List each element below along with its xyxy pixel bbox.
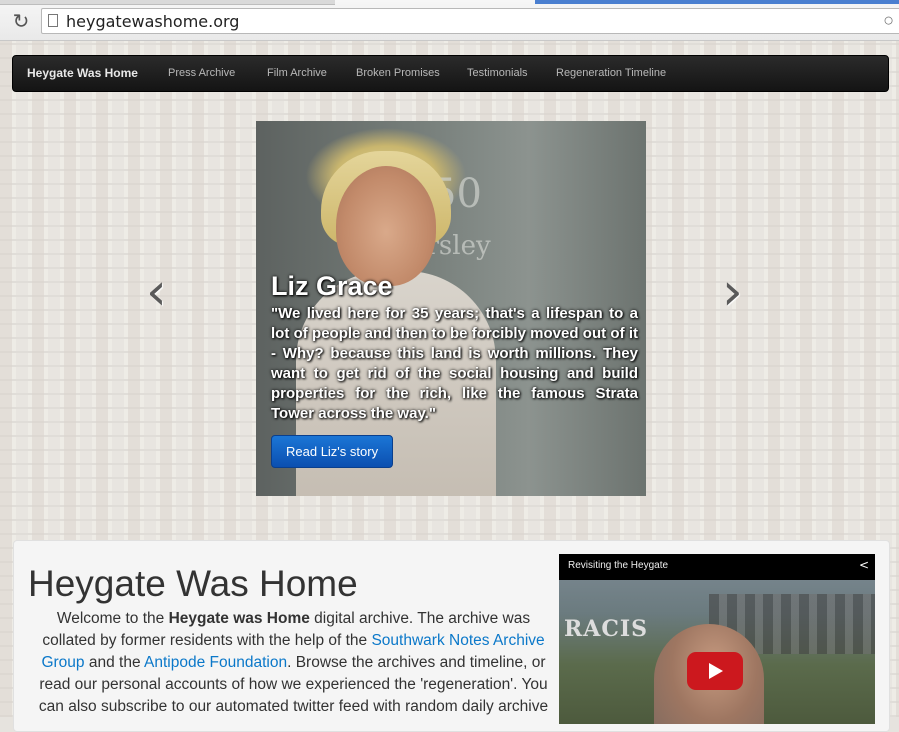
intro-paragraph: Welcome to the Heygate was Home digital … [36, 608, 551, 718]
intro-text: and the [84, 654, 145, 671]
reload-icon[interactable]: ↻ [10, 10, 32, 32]
browser-tab-active[interactable] [535, 0, 899, 4]
share-icon[interactable]: < [859, 558, 869, 572]
video-embed[interactable]: RACIS Revisiting the Heygate < [559, 554, 875, 724]
antipode-foundation-link[interactable]: Antipode Foundation [144, 654, 287, 671]
page-icon [48, 14, 58, 27]
search-icon: ○ [883, 10, 894, 30]
caption-title: Liz Grace [271, 271, 393, 301]
browser-tab[interactable] [0, 0, 335, 5]
carousel-next-arrow-icon[interactable]: › [722, 262, 743, 322]
video-title[interactable]: Revisiting the Heygate [568, 560, 668, 571]
video-title-bar: Revisiting the Heygate < [559, 554, 875, 580]
intro-bold-text: Heygate was Home [168, 610, 310, 627]
caption-quote: "We lived here for 35 years; that's a li… [271, 305, 638, 422]
testimonial-carousel: 50 arsley Liz Grace "We lived here for 3… [256, 121, 646, 496]
nav-item-press-archive[interactable]: Press Archive [168, 67, 235, 79]
read-story-button[interactable]: Read Liz's story [271, 435, 394, 468]
brand-link[interactable]: Heygate Was Home [27, 66, 138, 80]
page-title: Heygate Was Home [28, 563, 358, 604]
carousel-prev-arrow-icon[interactable]: ‹ [146, 262, 167, 322]
carousel-caption: Liz Grace "We lived here for 35 years; t… [271, 271, 638, 424]
video-graffiti: RACIS [564, 616, 649, 642]
nav-item-testimonials[interactable]: Testimonials [467, 67, 528, 79]
intro-card: Heygate Was Home Welcome to the Heygate … [13, 540, 890, 732]
intro-text: Welcome to the [56, 610, 169, 627]
browser-toolbar: ↻ heygatewashome.org ○ [0, 0, 899, 41]
portrait-face-image [336, 166, 436, 286]
nav-item-regeneration-timeline[interactable]: Regeneration Timeline [556, 67, 666, 79]
nav-item-film-archive[interactable]: Film Archive [267, 67, 327, 79]
url-text[interactable]: heygatewashome.org [66, 12, 239, 31]
top-navbar: Heygate Was Home Press Archive Film Arch… [12, 55, 889, 92]
nav-item-broken-promises[interactable]: Broken Promises [356, 67, 440, 79]
address-bar[interactable]: heygatewashome.org ○ [41, 8, 899, 34]
play-button-icon[interactable] [687, 652, 743, 690]
